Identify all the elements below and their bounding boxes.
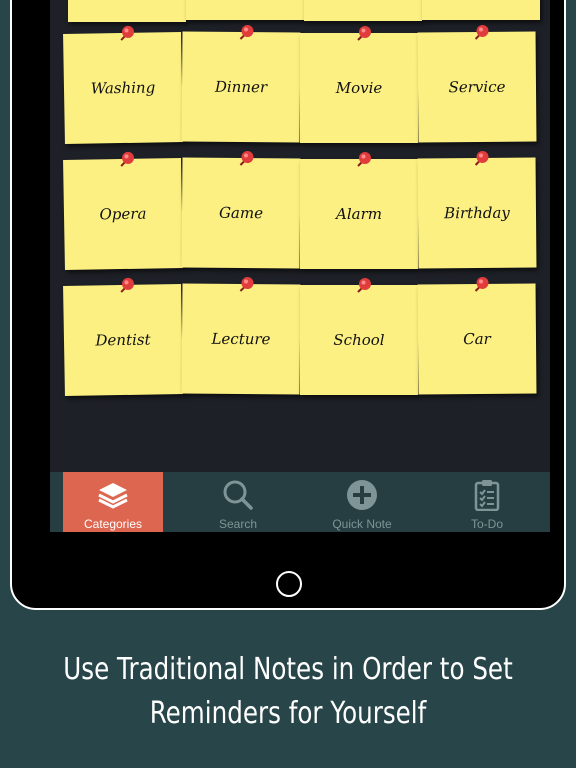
caption-line: Reminders for Yourself	[149, 696, 427, 731]
tab-bar: Categories Search Quick Note To-Do	[50, 472, 550, 532]
plus-circle-icon	[347, 480, 377, 510]
note-card-movie[interactable]: Movie	[300, 26, 418, 143]
tablet-frame: Washing Dinner Movie Service Opera Game …	[10, 0, 566, 610]
note-label: Car	[463, 329, 491, 349]
pushpin-icon	[357, 26, 371, 41]
note-label: Movie	[335, 79, 383, 97]
note-card[interactable]	[422, 0, 540, 20]
note-card-alarm[interactable]: Alarm	[300, 152, 418, 269]
clipboard-checklist-icon	[474, 480, 500, 511]
note-card-opera[interactable]: Opera	[63, 151, 183, 271]
caption-line: Use Traditional Notes in Order to Set	[63, 652, 513, 687]
tab-label: To-Do	[470, 517, 503, 531]
note-card-birthday[interactable]: Birthday	[417, 150, 537, 269]
note-label: School	[333, 331, 385, 349]
pushpin-icon	[474, 24, 489, 40]
tab-label: Search	[218, 517, 258, 531]
note-label: Birthday	[444, 203, 510, 223]
search-icon	[223, 480, 253, 510]
pushpin-icon	[120, 25, 135, 41]
pushpin-icon	[239, 25, 254, 40]
note-card[interactable]	[68, 0, 186, 22]
note-card-lecture[interactable]: Lecture	[181, 277, 301, 395]
layers-icon	[98, 483, 128, 509]
note-card[interactable]	[304, 0, 422, 21]
pushpin-icon	[357, 152, 371, 167]
tab-search[interactable]: Search	[188, 472, 288, 532]
app-screen: Washing Dinner Movie Service Opera Game …	[50, 0, 550, 532]
note-card-car[interactable]: Car	[417, 276, 537, 395]
tab-quick-note[interactable]: Quick Note	[312, 472, 412, 532]
note-card-service[interactable]: Service	[417, 24, 537, 143]
note-card[interactable]	[186, 0, 304, 20]
pushpin-icon	[474, 276, 489, 292]
note-label: Dinner	[214, 77, 268, 97]
note-label: Game	[218, 203, 264, 223]
note-card-game[interactable]: Game	[181, 151, 301, 269]
tab-to-do[interactable]: To-Do	[437, 472, 537, 532]
pushpin-icon	[120, 151, 135, 167]
note-card-dentist[interactable]: Dentist	[63, 277, 183, 397]
marketing-caption: Use Traditional Notes in Order to Set Re…	[52, 648, 524, 736]
home-button[interactable]	[276, 571, 302, 597]
note-card-dinner[interactable]: Dinner	[181, 25, 301, 143]
note-label: Lecture	[211, 329, 271, 349]
pushpin-icon	[357, 278, 371, 293]
note-label: Dentist	[95, 330, 151, 350]
note-label: Alarm	[336, 205, 382, 223]
pushpin-icon	[239, 151, 254, 166]
note-card-school[interactable]: School	[300, 278, 418, 395]
note-label: Service	[448, 77, 506, 97]
pushpin-icon	[120, 277, 135, 293]
pushpin-icon	[239, 277, 254, 292]
tab-label: Categories	[83, 517, 143, 531]
note-label: Opera	[99, 204, 147, 224]
tab-categories[interactable]: Categories	[63, 472, 163, 532]
pushpin-icon	[474, 150, 489, 166]
note-card-washing[interactable]: Washing	[63, 25, 183, 145]
note-label: Washing	[90, 78, 156, 98]
tab-label: Quick Note	[332, 517, 392, 531]
